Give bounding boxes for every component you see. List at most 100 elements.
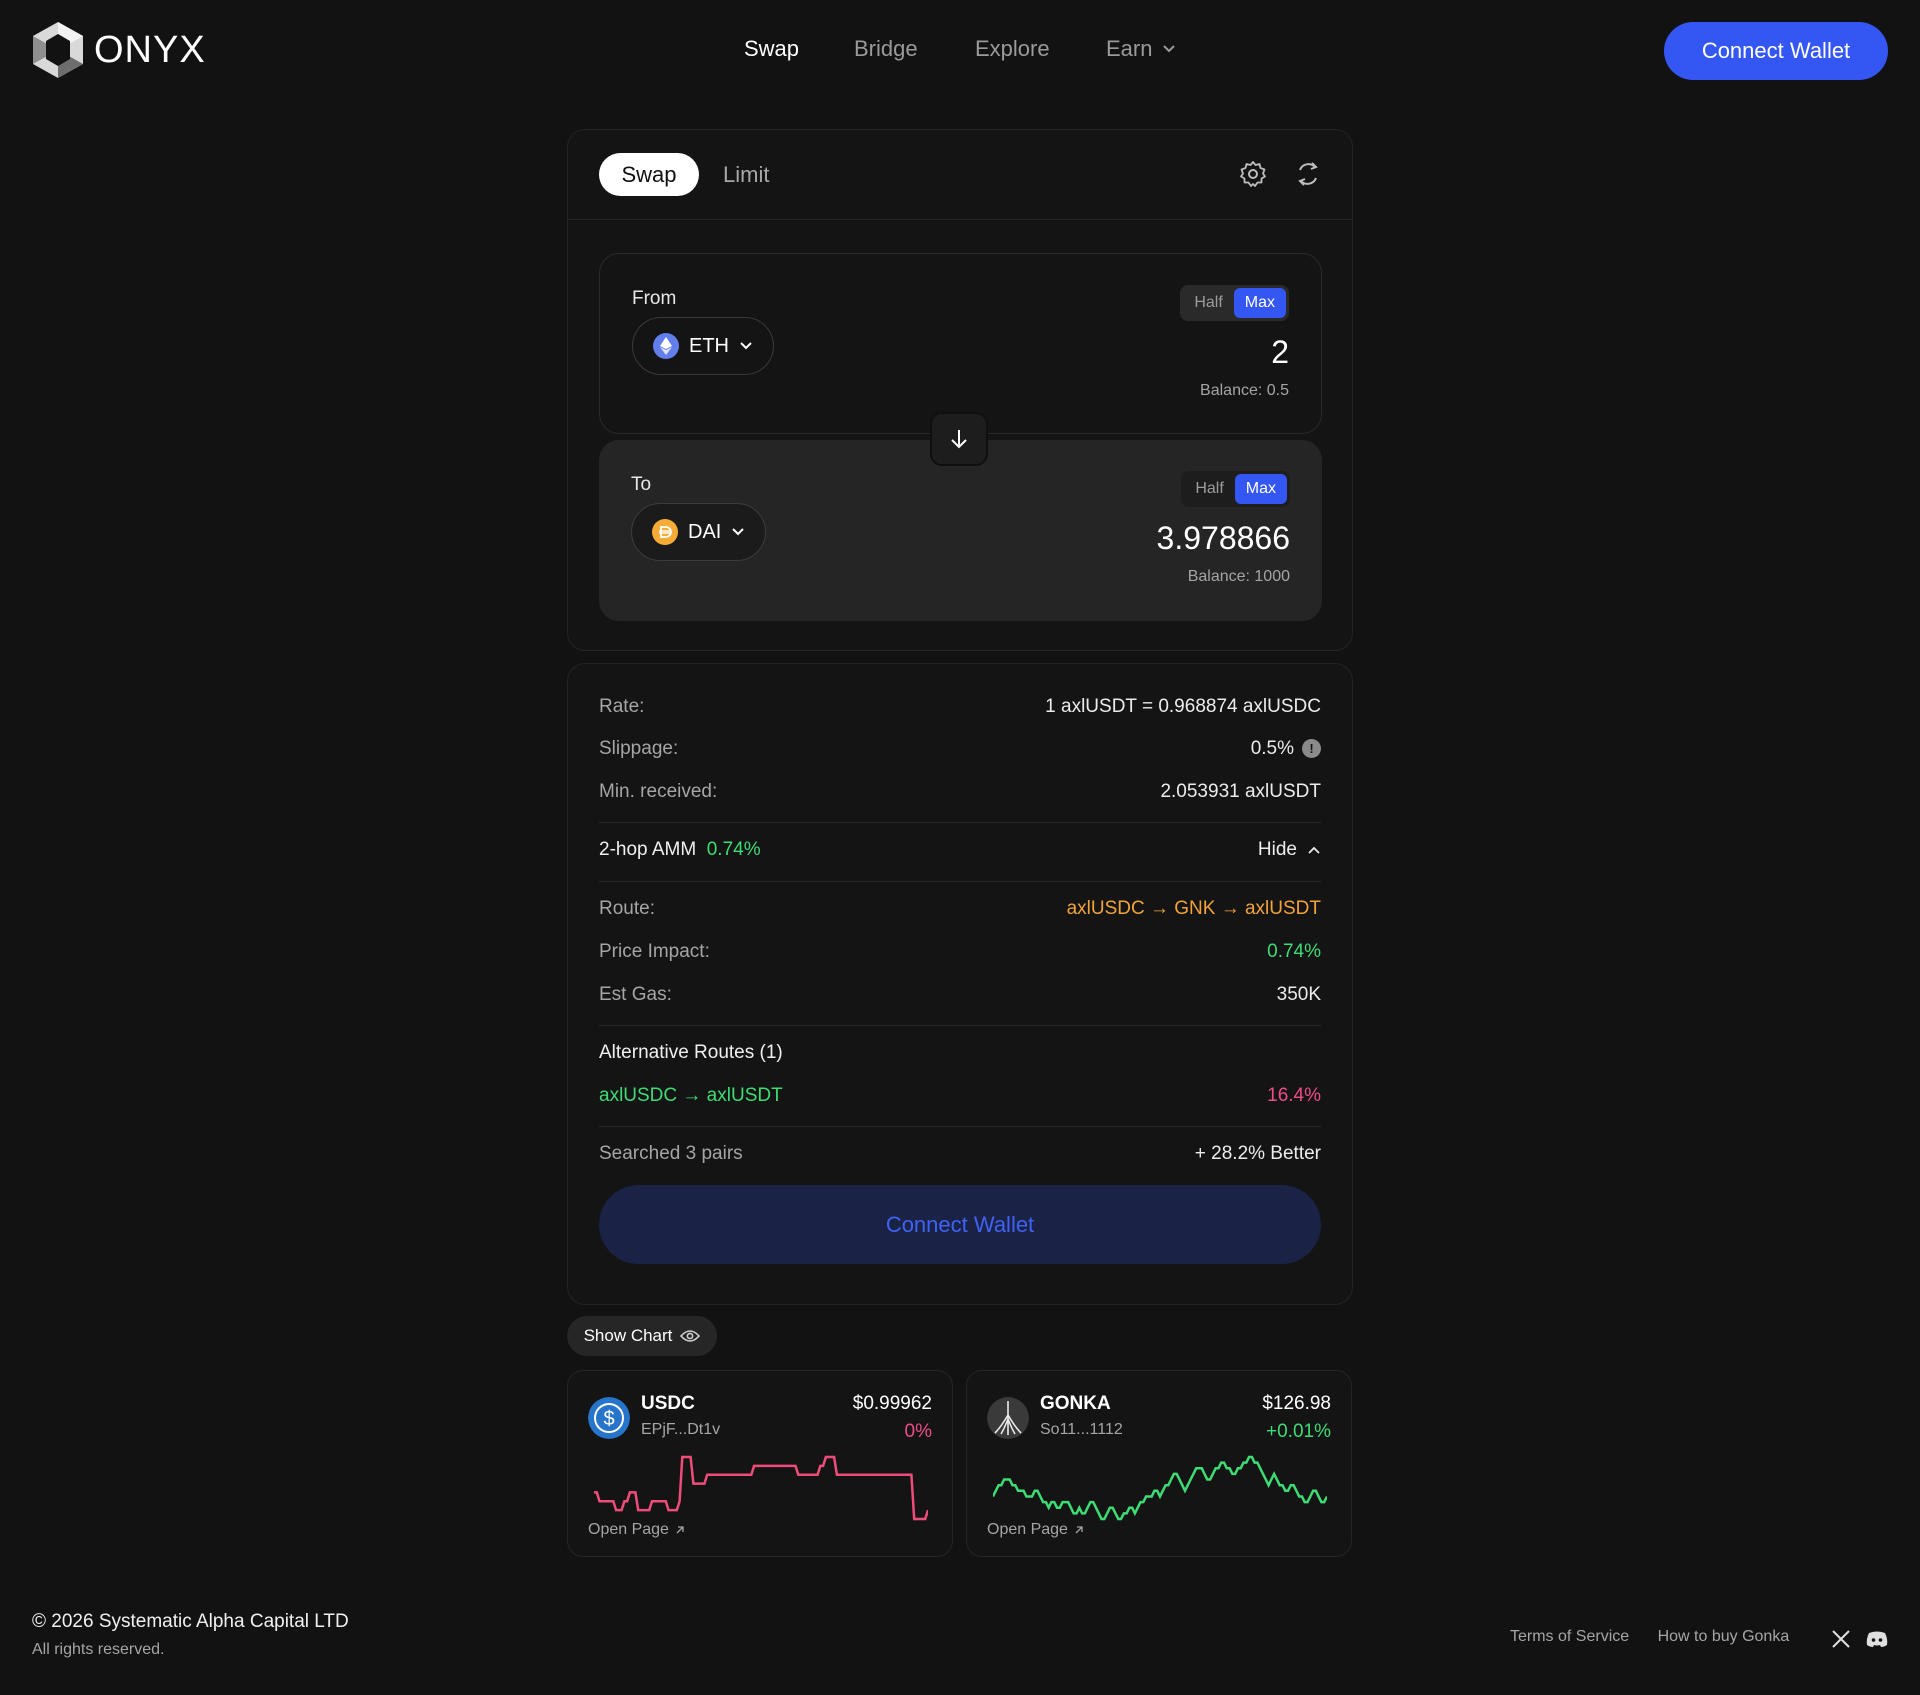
usdc-icon: $ bbox=[588, 1397, 630, 1439]
dai-icon bbox=[652, 519, 678, 545]
info-icon[interactable]: ! bbox=[1302, 739, 1321, 759]
external-link-icon bbox=[676, 1526, 684, 1534]
gas-value: 350K bbox=[1276, 984, 1321, 1005]
open-page-link[interactable]: Open Page bbox=[987, 1521, 1084, 1539]
open-page-label: Open Page bbox=[588, 1521, 669, 1538]
tab-swap[interactable]: Swap bbox=[599, 153, 699, 196]
searched-pairs: Searched 3 pairs bbox=[599, 1143, 743, 1164]
nav-explore[interactable]: Explore bbox=[975, 36, 1050, 62]
gas-row: Est Gas: 350K bbox=[599, 984, 1321, 1006]
to-panel: To DAI Half Max 3.978866 Balance: 1000 bbox=[599, 440, 1322, 621]
divider bbox=[599, 1126, 1321, 1127]
to-token-symbol: DAI bbox=[688, 520, 722, 543]
top-nav: ONYX Swap Bridge Explore Earn Connect Wa… bbox=[0, 0, 1920, 102]
connect-wallet-button[interactable]: Connect Wallet bbox=[1664, 22, 1888, 80]
footer-links: Terms of Service How to buy Gonka bbox=[1510, 1628, 1813, 1646]
nav-earn-label: Earn bbox=[1106, 36, 1153, 61]
refresh-icon[interactable] bbox=[1294, 160, 1322, 188]
route-row: Route: axlUSDC → GNK → axlUSDT bbox=[599, 898, 1321, 920]
divider bbox=[599, 822, 1321, 823]
nav-earn[interactable]: Earn bbox=[1106, 36, 1176, 62]
better-pct: + 28.2% Better bbox=[1194, 1143, 1321, 1164]
onyx-logo-icon bbox=[33, 22, 83, 78]
how-to-buy-link[interactable]: How to buy Gonka bbox=[1658, 1628, 1790, 1645]
arrow-down-icon bbox=[951, 430, 967, 449]
to-label: To bbox=[631, 474, 652, 495]
token-change: 0% bbox=[904, 1421, 932, 1442]
x-twitter-icon[interactable] bbox=[1832, 1630, 1850, 1648]
route-value: axlUSDC → GNK → axlUSDT bbox=[1066, 898, 1321, 919]
half-button[interactable]: Half bbox=[1183, 288, 1233, 318]
min-received-value: 2.053931 axlUSDT bbox=[1160, 781, 1321, 802]
open-page-label: Open Page bbox=[987, 1521, 1068, 1538]
slippage-label: Slippage: bbox=[599, 738, 679, 759]
amm-row: 2-hop AMM 0.74% Hide bbox=[599, 839, 1321, 861]
rate-row: Rate: 1 axlUSDT = 0.968874 axlUSDC bbox=[599, 696, 1321, 718]
from-balance: Balance: 0.5 bbox=[1200, 382, 1289, 399]
min-received-row: Min. received: 2.053931 axlUSDT bbox=[599, 781, 1321, 803]
sparkline bbox=[594, 1455, 928, 1521]
min-received-label: Min. received: bbox=[599, 781, 718, 802]
brand-name: ONYX bbox=[94, 28, 206, 71]
show-chart-label: Show Chart bbox=[583, 1326, 673, 1345]
to-token-selector[interactable]: DAI bbox=[631, 503, 767, 561]
discord-icon[interactable] bbox=[1865, 1630, 1889, 1648]
token-card-gonka[interactable]: GONKA So11...1112 $126.98 +0.01% Open Pa… bbox=[966, 1370, 1352, 1557]
sparkline bbox=[993, 1455, 1327, 1521]
divider bbox=[599, 881, 1321, 882]
switch-direction-button[interactable] bbox=[930, 412, 988, 466]
nav-bridge[interactable]: Bridge bbox=[854, 36, 918, 62]
amm-summary: 2-hop AMM 0.74% bbox=[599, 839, 761, 861]
max-button[interactable]: Max bbox=[1233, 288, 1286, 318]
swap-card: Swap Limit From ETH Half Max 2 Balance: … bbox=[567, 129, 1353, 651]
slippage-value-wrap[interactable]: 0.5%! bbox=[1251, 738, 1321, 760]
token-address: EPjF...Dt1v bbox=[641, 1421, 721, 1438]
token-card-usdc[interactable]: $ USDC EPjF...Dt1v $0.99962 0% Open Page bbox=[567, 1370, 953, 1557]
gear-icon[interactable] bbox=[1239, 160, 1267, 188]
from-token-selector[interactable]: ETH bbox=[632, 317, 774, 375]
external-link-icon bbox=[1075, 1526, 1083, 1534]
max-button[interactable]: Max bbox=[1234, 474, 1287, 504]
chevron-up-icon bbox=[1308, 846, 1320, 854]
logo[interactable]: ONYX bbox=[30, 20, 206, 80]
open-page-link[interactable]: Open Page bbox=[588, 1521, 685, 1539]
nav-swap[interactable]: Swap bbox=[744, 36, 799, 62]
tab-limit[interactable]: Limit bbox=[723, 162, 769, 188]
footer-rights: All rights reserved. bbox=[32, 1641, 165, 1658]
price-impact-label: Price Impact: bbox=[599, 941, 710, 962]
searched-row: Searched 3 pairs + 28.2% Better bbox=[599, 1143, 1321, 1165]
chevron-down-icon bbox=[732, 528, 745, 536]
to-amount-presets: Half Max bbox=[1181, 471, 1290, 507]
connect-wallet-main-button[interactable]: Connect Wallet bbox=[599, 1185, 1321, 1264]
chevron-down-icon bbox=[740, 342, 752, 350]
swap-tabs: Swap Limit bbox=[568, 130, 1352, 220]
sparkline-path bbox=[993, 1455, 1327, 1521]
gas-label: Est Gas: bbox=[599, 984, 672, 1005]
token-name: GONKA bbox=[1040, 1393, 1111, 1414]
alt-routes-title: Alternative Routes (1) bbox=[599, 1042, 783, 1063]
gonka-icon bbox=[987, 1397, 1029, 1439]
from-panel: From ETH Half Max 2 Balance: 0.5 bbox=[599, 253, 1322, 434]
route-details-card: Rate: 1 axlUSDT = 0.968874 axlUSDC Slipp… bbox=[567, 663, 1353, 1305]
price-impact-value: 0.74% bbox=[1267, 941, 1321, 962]
alt-route-pct: 16.4% bbox=[1267, 1085, 1321, 1106]
rate-label: Rate: bbox=[599, 696, 645, 717]
token-price: $126.98 bbox=[1262, 1393, 1331, 1414]
token-change: +0.01% bbox=[1266, 1421, 1331, 1442]
half-button[interactable]: Half bbox=[1184, 474, 1234, 504]
amm-label: 2-hop AMM bbox=[599, 839, 697, 860]
from-amount-input[interactable]: 2 bbox=[1271, 334, 1289, 371]
alt-route-item[interactable]: axlUSDC → axlUSDT 16.4% bbox=[599, 1085, 1321, 1107]
slippage-row: Slippage: 0.5%! bbox=[599, 738, 1321, 760]
hide-toggle[interactable]: Hide bbox=[1258, 839, 1321, 861]
show-chart-button[interactable]: Show Chart bbox=[567, 1316, 717, 1356]
to-balance: Balance: 1000 bbox=[1187, 568, 1290, 585]
from-token-symbol: ETH bbox=[689, 334, 729, 357]
slippage-value: 0.5% bbox=[1250, 738, 1294, 759]
route-label: Route: bbox=[599, 898, 655, 919]
hide-label: Hide bbox=[1257, 839, 1297, 860]
chevron-down-icon bbox=[1163, 45, 1176, 53]
footer-copyright: © 2026 Systematic Alpha Capital LTD bbox=[32, 1611, 349, 1632]
price-impact-row: Price Impact: 0.74% bbox=[599, 941, 1321, 963]
terms-link[interactable]: Terms of Service bbox=[1510, 1628, 1629, 1645]
